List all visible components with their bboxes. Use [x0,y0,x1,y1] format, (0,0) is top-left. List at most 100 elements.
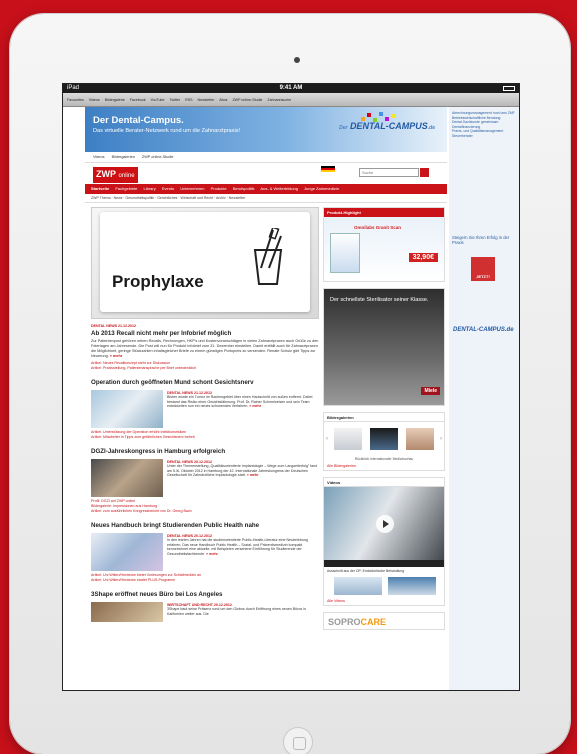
nav-item[interactable]: Fachgebiete [115,186,137,191]
related-link[interactable]: Artikel: Praxisstellung, Patientenanspra… [91,366,319,371]
product-package [330,233,360,273]
bookmark-item[interactable]: Videos [89,98,100,102]
article-3: Neues Handbuch bringt Studierenden Publi… [91,522,319,583]
chevron-right-icon[interactable]: › [440,436,442,442]
bookmark-item[interactable]: YouTube [150,98,164,102]
box-header: Produkt-Highlight [324,208,444,217]
article-4: 3Shape eröffnet neues Büro bei Los Angel… [91,591,319,622]
article-related: Profil: DGZI auf ZWP online Bildergaleri… [91,499,319,514]
article-title[interactable]: Neues Handbuch bringt Studierenden Publi… [91,522,319,529]
zwp-logo[interactable]: ZWP online [93,167,138,183]
gallery-thumb[interactable] [406,428,434,450]
video-thumb[interactable] [388,577,436,595]
more-link[interactable]: » mehr [249,404,261,408]
gallery-more-link[interactable]: Alle Bildergalerien [324,462,444,470]
related-link[interactable]: Artikel: zum ausführlichen Kongressberic… [91,509,319,514]
right-column: Produkt-Highlight Omnilabs Granit Scan 3… [323,207,445,630]
nav-item[interactable]: Junge Zahnmedizin [304,186,339,191]
link-study[interactable]: ZWP online-Studie [142,155,174,159]
gallery-box: Bildergalerien ‹ › Rückblick internation… [323,412,445,471]
link-galleries[interactable]: Bildergalerien [112,155,135,159]
article-2: DGZI-Jahreskongress in Hamburg erfolgrei… [91,448,319,514]
video-controls[interactable] [324,560,444,567]
lead-text: Zur Patientenpost gehören neben Recalls,… [91,339,319,358]
videos-more-link[interactable]: Alle Videos [324,597,444,605]
chevron-left-icon[interactable]: ‹ [326,436,328,442]
box-header: Bildergalerien [324,413,444,422]
videos-box: Videos Ausschnitt aus der OP: Endodontis… [323,477,445,606]
article-thumbnail[interactable] [91,390,163,428]
related-link[interactable]: Artikel: Uni Witten/Herdecke startet PLU… [91,578,319,583]
more-link[interactable]: » mehr [110,354,122,358]
video-player[interactable] [324,487,444,567]
main-column: Der Dental-Campus. Das virtuelle Berater… [85,107,447,690]
banner-subtitle: Das virtuelle Berater-Netzwerk rund um d… [93,128,241,134]
battery-icon [503,86,515,91]
lead-title[interactable]: Ab 2013 Recall nicht mehr per Infobrief … [91,330,319,337]
camera [294,57,300,63]
bookmarks-bar: Favourites Videos Bildergalerie Facebook… [63,93,519,107]
article-title[interactable]: 3Shape eröffnet neues Büro bei Los Angel… [91,591,319,598]
article-thumbnail[interactable] [91,602,163,622]
flag-icons[interactable] [321,166,335,172]
article-title[interactable]: DGZI-Jahreskongress in Hamburg erfolgrei… [91,448,319,455]
bookmark-item[interactable]: Zahnarztsuche [267,98,291,102]
article-related: Artikel: Uni Witten/Herdecke bietet Vorl… [91,573,319,583]
related-link[interactable]: Artikel: Mitarbeiter in Tipps zum gefähr… [91,435,319,440]
gallery-caption: Rückblick internationaler Medizinschau [354,457,414,461]
lead-meta: DENTAL NEWS 21.12.2012 [91,324,137,328]
nav-item[interactable]: Library [144,186,156,191]
news-column: Prophylaxe DENTAL NEWS 21.12.2012 Ab 201… [91,207,319,622]
home-button[interactable] [283,727,313,754]
article-title[interactable]: Operation durch geöffneten Mund schont G… [91,379,319,386]
bookmark-item[interactable]: ZWP online-Studie [232,98,262,102]
toothbrush-cup-icon [253,228,283,285]
more-link[interactable]: » mehr [206,552,218,556]
search-icon[interactable] [420,168,429,177]
gallery-strip: ‹ › Rückblick internationaler Medizinsch… [324,422,444,462]
nav-item[interactable]: Aus- & Weiterbildung [260,186,298,191]
sidebar-item[interactable]: Steuerberater [452,134,518,139]
article-1: Operation durch geöffneten Mund schont G… [91,379,319,440]
bookmark-item[interactable]: Twitter [170,98,181,102]
product-price: 32,90€ [408,253,438,262]
more-link[interactable]: » mehr [247,473,259,477]
product-name: Omnilabs Granit Scan [354,225,402,230]
status-bar: iPad 9:41 AM [63,84,519,93]
article-thumbnail[interactable] [91,459,163,497]
dental-campus-banner[interactable]: Der Dental-Campus. Das virtuelle Berater… [85,107,447,152]
soprocare-ad[interactable]: SOPROCARE [323,612,445,630]
browser-screen: iPad 9:41 AM Favourites Videos Bildergal… [62,83,520,691]
top-links: Videos Bildergalerien ZWP online-Studie [85,152,447,162]
video-thumb[interactable] [334,577,382,595]
bookmark-item[interactable]: Favourites [67,98,84,102]
bookmark-item[interactable]: Abos [219,98,227,102]
article-thumbnail[interactable] [91,533,163,571]
hero-image[interactable]: Prophylaxe [91,207,319,319]
video-caption: Ausschnitt aus der OP: Endodontische Beh… [327,569,405,573]
nav-item[interactable]: Produkte [211,186,227,191]
search-input[interactable]: Suche [359,168,419,177]
gallery-thumb[interactable] [370,428,398,450]
nav-item[interactable]: Unternehmen [180,186,204,191]
bookmark-item[interactable]: RSS [185,98,192,102]
sidebar-item[interactable]: Abrechnungsmanagement rund ums ZMF [452,111,518,116]
product-highlight-box[interactable]: Produkt-Highlight Omnilabs Granit Scan 3… [323,207,445,282]
nav-item[interactable]: Startseite [91,186,109,191]
banner-title: Der Dental-Campus. [93,115,184,126]
web-page: Der Dental-Campus. Das virtuelle Berater… [63,107,519,690]
bookmark-item[interactable]: Newsletter [197,98,214,102]
sidebar-logo[interactable]: DENTAL-CAMPUS.de [453,327,514,333]
soprocare-part1: SOPRO [328,617,361,627]
sterilisator-ad[interactable]: Der schnellste Sterilisator seiner Klass… [323,288,445,406]
nav-item[interactable]: Berufspolitik [233,186,255,191]
nav-item[interactable]: Events [162,186,174,191]
link-videos[interactable]: Videos [93,155,105,159]
bookmark-item[interactable]: Facebook [130,98,146,102]
box-header: Videos [324,478,444,487]
sub-nav[interactable]: ZWP Thema · News · Gesundheitspolitik · … [85,194,447,203]
jetzt-button[interactable]: JETZT! [471,257,495,281]
play-icon[interactable] [376,515,394,533]
gallery-thumb[interactable] [334,428,362,450]
bookmark-item[interactable]: Bildergalerie [105,98,125,102]
